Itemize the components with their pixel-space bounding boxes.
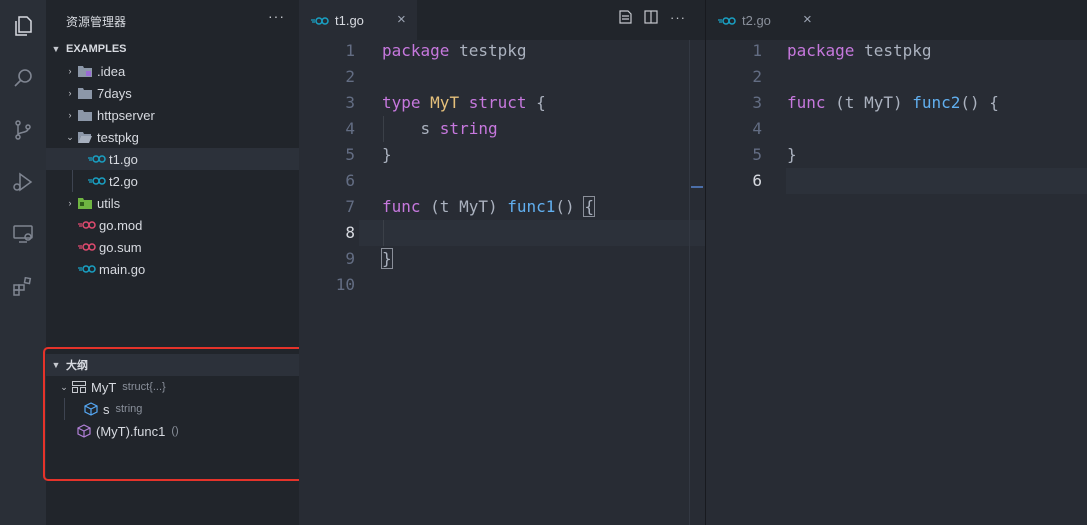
line-number: 5 [345,145,355,164]
outline-highlight-box [43,347,328,481]
folder-icon [76,65,94,77]
current-line-highlight [359,220,705,246]
tree-item-label: utils [97,195,121,211]
tree-item-main-go[interactable]: main.go [46,258,299,280]
line-number: 10 [335,275,355,294]
tab-t1-go[interactable]: t1.go × [299,0,417,40]
tree-item-idea[interactable]: › .idea [46,60,299,82]
indent-guide [383,220,384,246]
go-file-icon [718,13,736,28]
search-icon[interactable] [0,56,46,100]
code-line: func (t MyT) func2() { [787,93,999,112]
line-number: 1 [345,41,355,60]
explorer-icon[interactable] [0,4,46,48]
tab-label: t2.go [742,12,771,28]
line-number: 6 [752,171,762,190]
run-debug-icon[interactable] [0,160,46,204]
line-number: 7 [345,197,355,216]
code-line: s string [382,119,498,138]
line-number: 8 [345,223,355,242]
tree-item-testpkg[interactable]: ⌄ testpkg [46,126,299,148]
code-line: func (t MyT) func1() { [382,196,595,217]
tree-item-label: 7days [97,85,132,101]
scroll-marker [691,186,703,188]
line-number: 3 [752,93,762,112]
chevron-right-icon: › [68,198,72,208]
sidebar-title: 资源管理器 [66,15,127,29]
editor-left: t1.go × ··· 1 2 3 4 5 6 7 8 9 10 package… [299,0,705,525]
close-icon[interactable]: × [803,11,812,28]
line-number: 6 [345,171,355,190]
tree-item-t1-go[interactable]: t1.go [46,148,299,170]
tree-item-label: go.mod [99,217,143,233]
tree-item-7days[interactable]: › 7days [46,82,299,104]
tree-item-utils[interactable]: › utils [46,192,299,214]
extensions-icon[interactable] [0,264,46,308]
line-number: 4 [752,119,762,138]
explorer-section-title: EXAMPLES [66,43,127,55]
more-actions-icon[interactable]: ··· [268,8,285,24]
go-file-icon [88,155,106,163]
tab-t2-go[interactable]: t2.go × [706,0,824,40]
chevron-right-icon: › [68,88,72,98]
current-line-highlight [786,168,1087,194]
folder-icon [76,109,94,121]
more-actions-icon[interactable]: ··· [670,10,686,27]
explorer-section-header[interactable]: ▼ EXAMPLES [46,38,299,60]
tree-item-go-mod[interactable]: go.mod [46,214,299,236]
folder-icon [76,87,94,99]
tree-item-label: t2.go [109,173,138,189]
chevron-down-icon: ▼ [51,44,61,54]
scrollbar-track[interactable] [689,40,690,525]
tree-item-go-sum[interactable]: go.sum [46,236,299,258]
tab-bar: t2.go × [706,0,1087,40]
source-control-icon[interactable] [0,108,46,152]
line-number: 2 [752,67,762,86]
tree-item-label: httpserver [97,107,155,123]
code-line: package testpkg [787,41,932,60]
tab-label: t1.go [335,12,364,28]
code-line: } [382,145,392,164]
go-file-icon [78,265,96,273]
line-number: 4 [345,119,355,138]
chevron-down-icon: ⌄ [66,131,74,142]
tree-item-label: main.go [99,261,146,277]
code-line: } [381,248,393,269]
tree-item-label: testpkg [97,129,139,145]
go-mod-icon [78,243,96,251]
close-icon[interactable]: × [397,11,406,28]
tree-item-label: go.sum [99,239,142,255]
line-number: 9 [345,249,355,268]
code-line: type MyT struct { [382,93,546,112]
tree-item-label: .idea [97,63,126,79]
editor-actions: ··· [619,10,686,27]
folder-icon [76,197,94,209]
chevron-right-icon: › [68,66,72,76]
line-number: 2 [345,67,355,86]
line-number: 3 [345,93,355,112]
chevron-right-icon: › [68,110,72,120]
go-mod-icon [78,221,96,229]
tree-item-label: t1.go [109,151,138,167]
code-line: } [787,145,797,164]
tab-bar: t1.go × ··· [299,0,705,40]
tree-item-httpserver[interactable]: › httpserver [46,104,299,126]
folder-open-icon [76,131,94,143]
editor-right: t2.go × 1 2 3 4 5 6 package testpkg func… [706,0,1087,525]
go-file-icon [311,13,329,28]
split-editor-icon[interactable] [644,10,658,27]
open-preview-icon[interactable] [619,10,632,27]
line-number: 1 [752,41,762,60]
tree-item-t2-go[interactable]: t2.go [46,170,299,192]
remote-explorer-icon[interactable] [0,212,46,256]
go-file-icon [88,177,106,185]
activity-bar [0,0,46,525]
code-line: package testpkg [382,41,527,60]
line-number: 5 [752,145,762,164]
